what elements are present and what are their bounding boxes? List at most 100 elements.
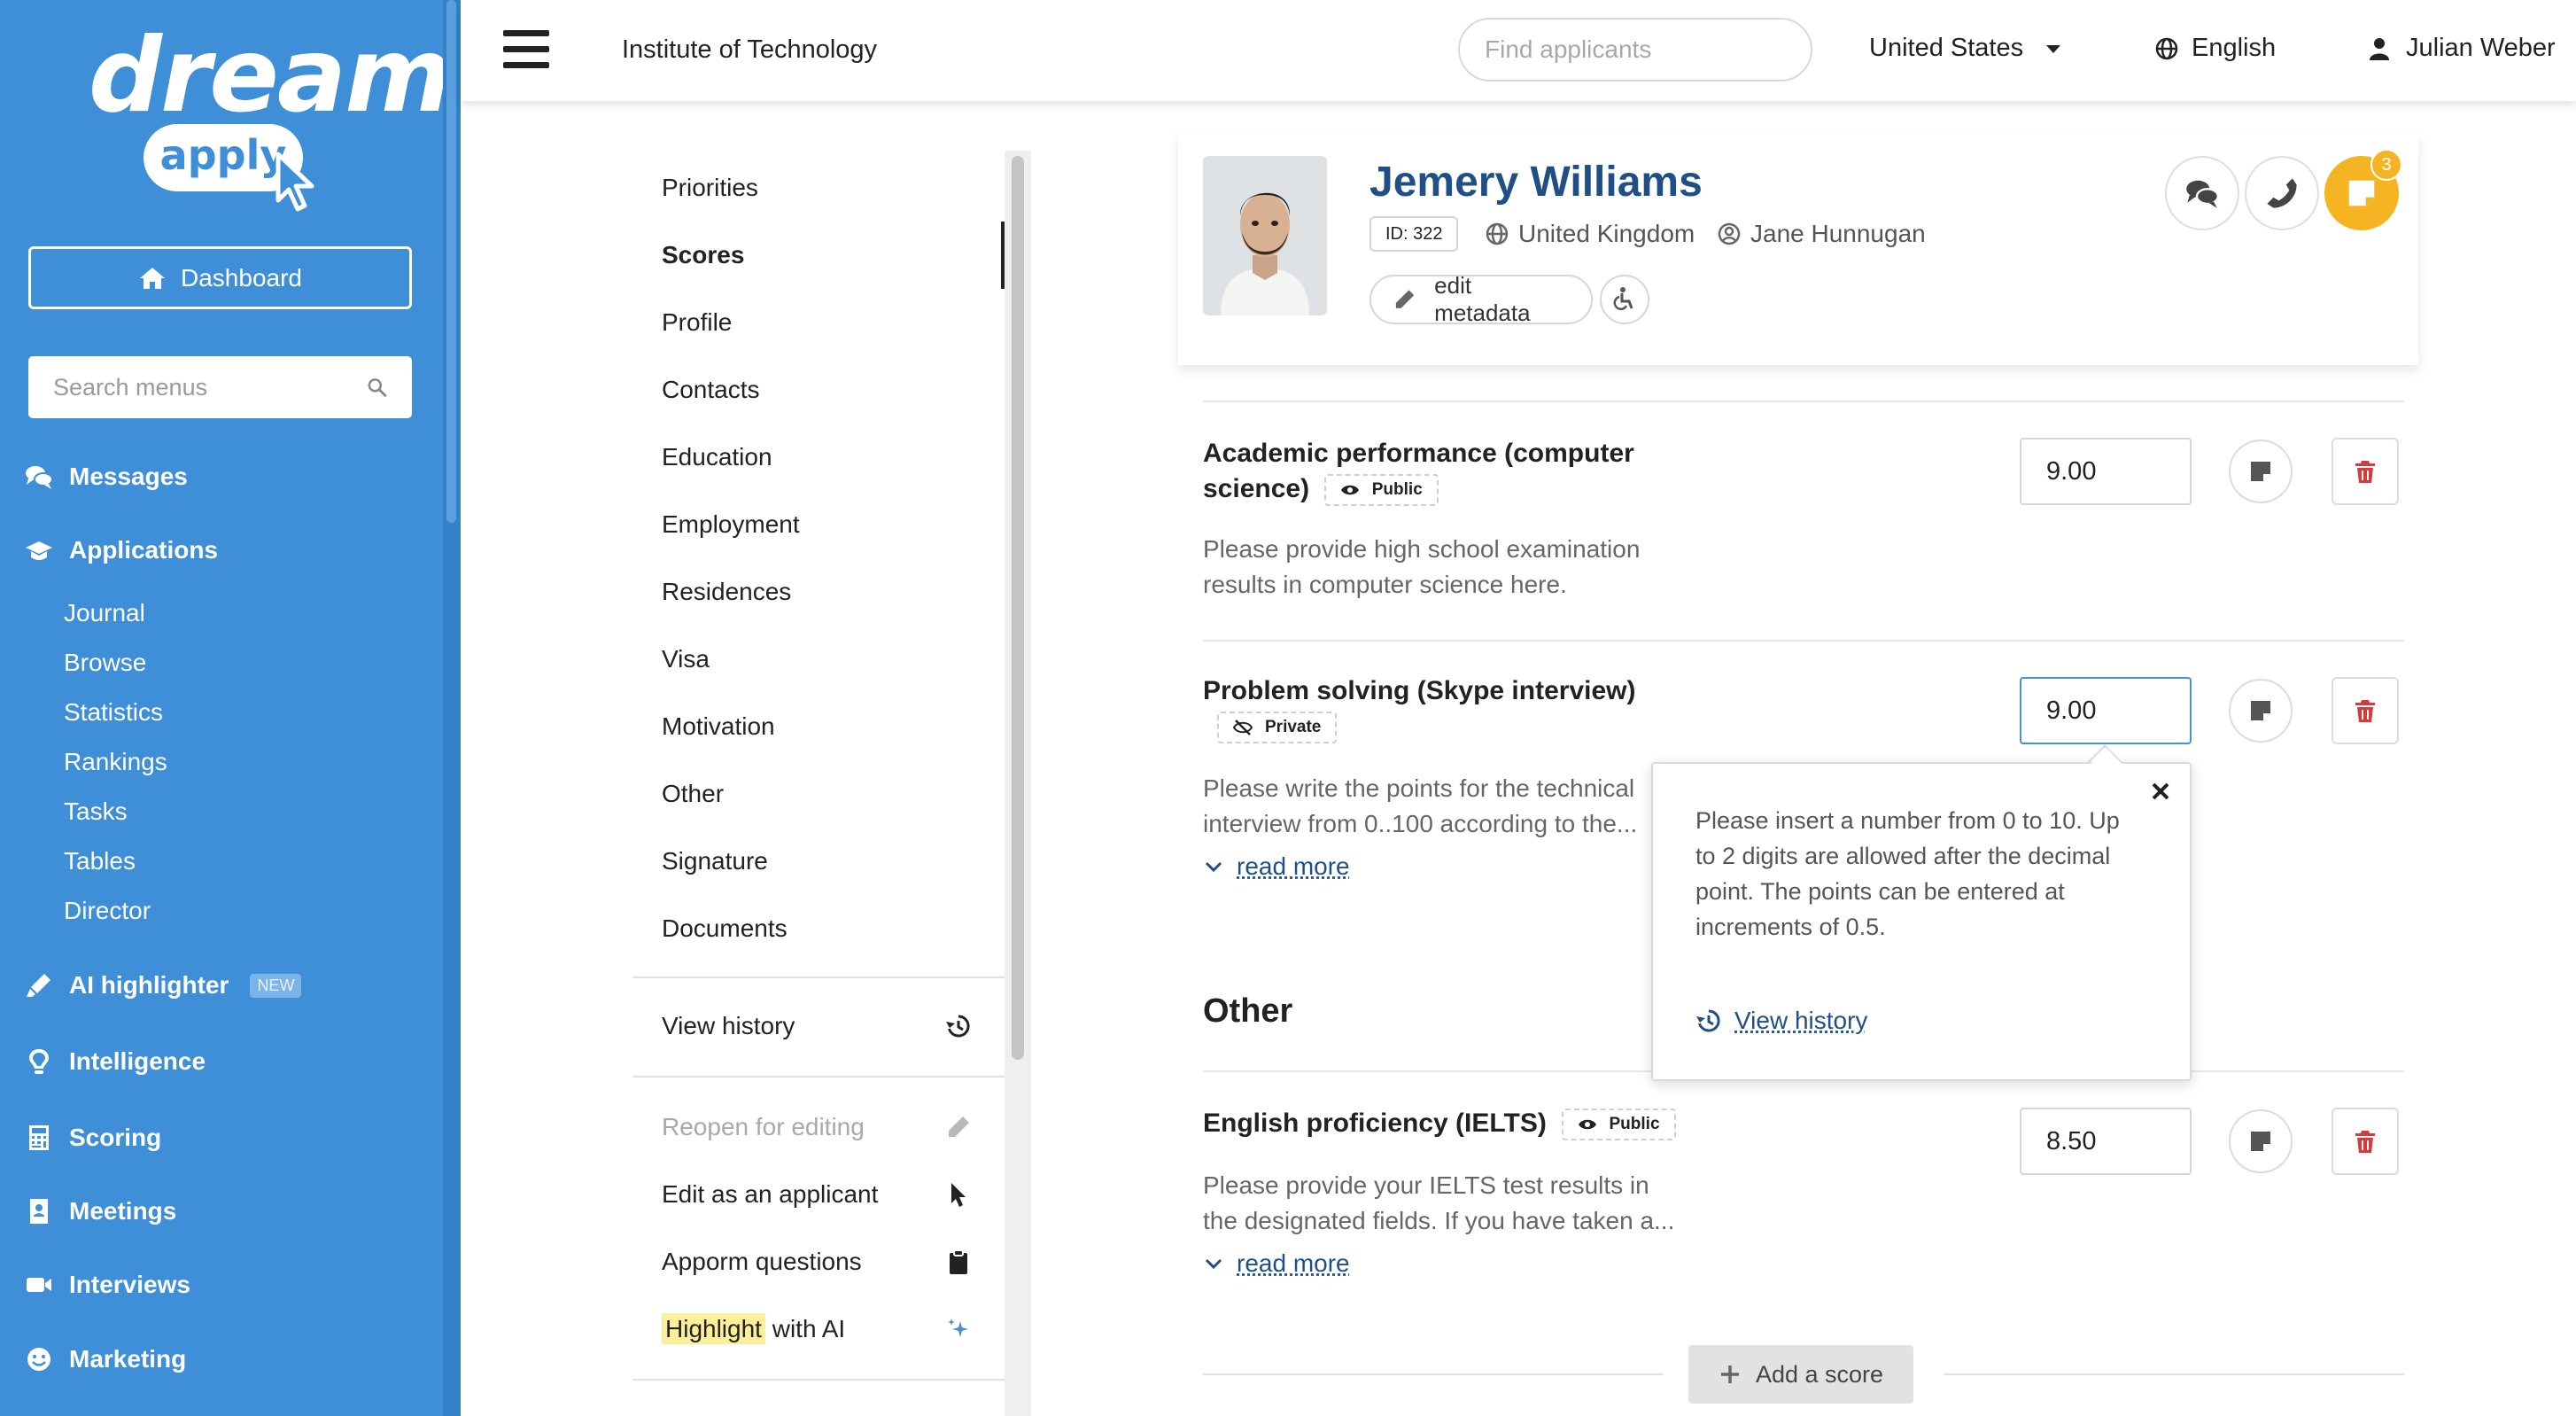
trash-icon xyxy=(2355,461,2375,483)
search-icon[interactable] xyxy=(367,373,387,401)
section-nav-visa[interactable]: Visa xyxy=(662,645,710,673)
globe-icon xyxy=(2155,37,2178,59)
sidebar-item-interviews[interactable]: Interviews xyxy=(25,1271,190,1299)
hamburger-menu-icon[interactable] xyxy=(503,30,549,69)
applicant-search-input[interactable] xyxy=(1485,35,1804,64)
section-nav-signature[interactable]: Signature xyxy=(662,847,768,875)
sidebar-item-marketing[interactable]: Marketing xyxy=(25,1345,186,1373)
appform-questions-action[interactable]: Apporm questions xyxy=(662,1248,972,1276)
assignee-name: Jane Hunnugan xyxy=(1750,220,1926,247)
score-title-line-2: science) Public xyxy=(1203,471,1634,507)
divider xyxy=(1944,1373,2404,1375)
score-note-button[interactable] xyxy=(2229,440,2293,503)
section-nav-motivation[interactable]: Motivation xyxy=(662,712,775,741)
popover-view-history-link[interactable]: View history xyxy=(1695,1007,1867,1035)
section-nav-divider xyxy=(632,1379,1005,1381)
applicant-assignee[interactable]: Jane Hunnugan xyxy=(1717,220,1926,248)
sidebar-subitem-tasks[interactable]: Tasks xyxy=(64,797,128,826)
chevron-down-icon xyxy=(1205,1258,1222,1270)
visibility-badge-public: Public xyxy=(1323,474,1439,507)
sidebar-item-label: Applications xyxy=(69,536,219,564)
desc-line: Please provide your IELTS test results i… xyxy=(1203,1171,1649,1199)
edit-metadata-button[interactable]: edit metadata xyxy=(1369,272,1593,326)
delete-score-button[interactable] xyxy=(2332,1108,2399,1175)
close-icon[interactable] xyxy=(2147,778,2174,805)
section-nav-profile[interactable]: Profile xyxy=(662,308,732,337)
sidebar-subitem-browse[interactable]: Browse xyxy=(64,649,146,677)
sidebar-item-ai-highlighter[interactable]: AI highlighter NEW xyxy=(25,971,302,1000)
visibility-badge-public: Public xyxy=(1561,1109,1676,1141)
main-scrollbar-thumb[interactable] xyxy=(1012,156,1024,1060)
sidebar-scrollbar-thumb[interactable] xyxy=(446,0,456,523)
section-nav-employment[interactable]: Employment xyxy=(662,510,800,539)
sidebar-item-intelligence[interactable]: Intelligence xyxy=(25,1047,206,1076)
read-more-label: read more xyxy=(1237,852,1350,880)
section-nav-contacts[interactable]: Contacts xyxy=(662,376,760,404)
score-input-english[interactable] xyxy=(2020,1108,2192,1175)
edit-as-applicant-label: Edit as an applicant xyxy=(662,1180,879,1208)
section-nav-priorities[interactable]: Priorities xyxy=(662,174,758,202)
sidebar-item-meetings[interactable]: Meetings xyxy=(25,1197,176,1225)
read-more-link[interactable]: read more xyxy=(1203,852,1350,881)
reopen-for-editing-action[interactable]: Reopen for editing xyxy=(662,1113,972,1141)
sidebar-item-label: Scoring xyxy=(69,1124,162,1151)
score-input-academic[interactable] xyxy=(2020,438,2192,505)
visibility-label: Public xyxy=(1371,480,1423,500)
score-input-problem-solving[interactable] xyxy=(2020,677,2192,744)
messages-button[interactable] xyxy=(2165,156,2239,230)
eye-slash-icon xyxy=(1233,720,1253,735)
score-note-button[interactable] xyxy=(2229,679,2293,743)
country-selector[interactable]: United States xyxy=(1869,34,2066,63)
top-bar: Institute of Technology United States En… xyxy=(461,0,2576,101)
dashboard-label: Dashboard xyxy=(181,263,302,292)
add-score-button[interactable]: Add a score xyxy=(1688,1345,1913,1404)
sticky-note-icon xyxy=(2251,701,2270,720)
applicant-name[interactable]: Jemery Williams xyxy=(1369,158,1703,206)
highlight-rest: with AI xyxy=(764,1315,846,1342)
popover-view-history-label: View history xyxy=(1734,1007,1868,1034)
desc-line: Please provide high school examination xyxy=(1203,535,1641,563)
score-note-button[interactable] xyxy=(2229,1109,2293,1173)
delete-score-button[interactable] xyxy=(2332,677,2399,744)
section-nav-scores[interactable]: Scores xyxy=(662,241,744,269)
clipboard-icon xyxy=(950,1249,967,1274)
menu-search-input[interactable] xyxy=(53,373,367,401)
dreamapply-logo[interactable]: dream apply xyxy=(89,16,452,212)
read-more-link[interactable]: read more xyxy=(1203,1249,1350,1278)
section-nav-other[interactable]: Other xyxy=(662,780,724,808)
applicant-country: United Kingdom xyxy=(1485,220,1695,248)
edit-as-applicant-action[interactable]: Edit as an applicant xyxy=(662,1180,972,1209)
sidebar-item-label: AI highlighter xyxy=(69,971,229,999)
sidebar-item-label: Intelligence xyxy=(69,1047,206,1075)
smile-icon xyxy=(27,1348,50,1371)
section-nav-documents[interactable]: Documents xyxy=(662,914,788,943)
section-nav-residences[interactable]: Residences xyxy=(662,578,791,606)
sidebar-item-applications[interactable]: Applications xyxy=(25,536,218,564)
language-selector[interactable]: English xyxy=(2154,34,2276,63)
chevron-down-icon xyxy=(1205,861,1222,873)
call-button[interactable] xyxy=(2245,156,2319,230)
sidebar-subitem-tables[interactable]: Tables xyxy=(64,847,136,875)
sidebar-item-messages[interactable]: Messages xyxy=(25,463,188,491)
view-history-link[interactable]: View history xyxy=(662,1012,972,1040)
sidebar-subitem-rankings[interactable]: Rankings xyxy=(64,748,167,776)
sidebar-subitem-statistics[interactable]: Statistics xyxy=(64,698,163,727)
dashboard-button[interactable]: Dashboard xyxy=(28,246,412,309)
sticky-note-icon xyxy=(2348,180,2375,206)
desc-line: results in computer science here. xyxy=(1203,571,1567,598)
sidebar-subitem-director[interactable]: Director xyxy=(64,897,151,925)
accessibility-button[interactable] xyxy=(1600,275,1649,324)
sidebar-subitem-journal[interactable]: Journal xyxy=(64,599,145,627)
delete-score-button[interactable] xyxy=(2332,438,2399,505)
user-menu[interactable]: Julian Weber xyxy=(2367,34,2556,63)
sidebar-item-scoring[interactable]: Scoring xyxy=(25,1124,161,1152)
section-nav-education[interactable]: Education xyxy=(662,443,772,471)
highlight-with-ai-action[interactable]: Highlight with AI xyxy=(662,1313,972,1344)
score-title-line: Academic performance (computer xyxy=(1203,439,1634,468)
visibility-badge-private: Private xyxy=(1217,712,1338,744)
history-icon xyxy=(946,1015,970,1038)
trash-icon xyxy=(2355,700,2375,722)
applicant-photo[interactable] xyxy=(1203,156,1327,315)
sidebar-item-label: Marketing xyxy=(69,1345,187,1373)
sidebar-item-label: Messages xyxy=(69,463,188,490)
